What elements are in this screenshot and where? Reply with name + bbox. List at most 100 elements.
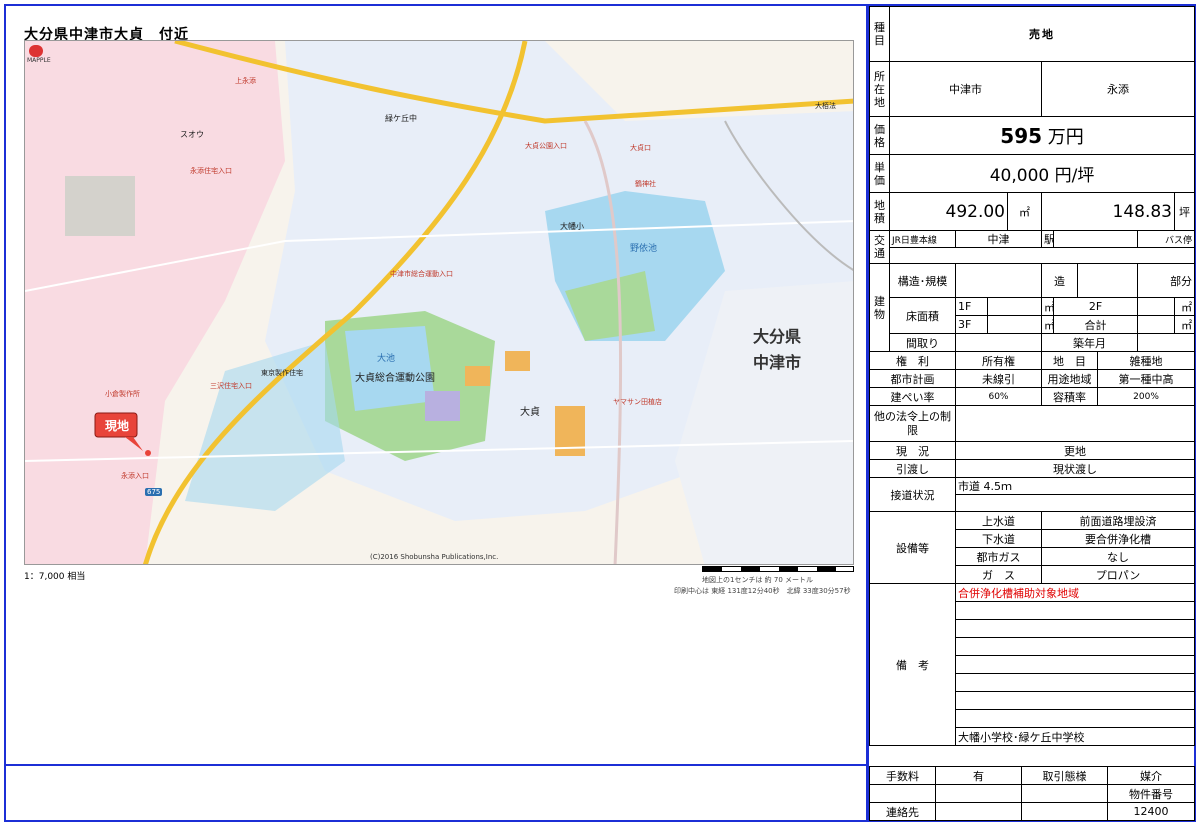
far-label: 容積率 bbox=[1041, 387, 1098, 406]
sewer-label: 下水道 bbox=[955, 529, 1042, 548]
traffic-label: 交通 bbox=[869, 230, 890, 264]
structure-label: 構造･規模 bbox=[889, 263, 956, 298]
city-gas-value: なし bbox=[1040, 547, 1196, 566]
region-label-prefecture: 大分県 bbox=[753, 327, 802, 346]
unit-price-value: 40,000 bbox=[989, 166, 1050, 186]
scale-bar bbox=[702, 566, 854, 572]
map-label-school2: 大幡小 bbox=[560, 222, 584, 231]
bcr-value: 60% bbox=[955, 387, 1042, 406]
location-area: 永添 bbox=[1040, 61, 1196, 117]
train-line: JR日豊本線 bbox=[889, 230, 956, 248]
map-canvas bbox=[25, 41, 853, 564]
land-category-value: 雑種地 bbox=[1096, 351, 1196, 370]
unit-price-label: 単価 bbox=[869, 154, 890, 193]
map-label-area: 大貞 bbox=[520, 407, 540, 418]
station-name: 中津 bbox=[955, 230, 1042, 248]
floor-1f-unit: ㎡ bbox=[1041, 297, 1054, 316]
bus-suffix: バス停 bbox=[1136, 230, 1196, 248]
status-value: 更地 bbox=[954, 441, 1196, 460]
floor-2f-unit: ㎡ bbox=[1173, 297, 1196, 316]
gas-value: プロパン bbox=[1040, 565, 1196, 584]
gas-label: ガ ス bbox=[955, 565, 1042, 584]
scale-note: 地図上の1センチは 約 70 メートル bbox=[702, 576, 814, 584]
marker-label[interactable]: 現地 bbox=[105, 417, 129, 434]
floor-area-label: 床面積 bbox=[889, 297, 956, 334]
sewer-value: 要合併浄化槽 bbox=[1040, 529, 1196, 548]
land-category-label: 地 目 bbox=[1041, 351, 1098, 370]
deal-type-label: 取引態様 bbox=[1021, 766, 1108, 785]
station-suffix: 駅 bbox=[1041, 230, 1054, 248]
map-logo-icon bbox=[29, 45, 43, 57]
structure-suffix: 造 bbox=[1041, 263, 1078, 298]
map-label-road3: 中津市総合運動入口 bbox=[390, 270, 453, 278]
city-plan-value: 未線引 bbox=[955, 369, 1042, 388]
center-note: 印刷中心は 東経 131度12分40秒 北緯 33度30分57秒 bbox=[674, 587, 851, 595]
floor-total-unit: ㎡ bbox=[1173, 315, 1196, 334]
floor-total: 合計 bbox=[1053, 315, 1138, 334]
map-label-store1: スオウ bbox=[180, 130, 204, 139]
map-label-road8: 小倉製作所 bbox=[105, 390, 140, 398]
map-label-road13: 鶴神社 bbox=[635, 180, 656, 188]
map-view[interactable]: 現地 大分県 中津市 大貞総合運動公園 大池 野依池 大貞 緑ケ丘中 大幡小 ス… bbox=[24, 40, 854, 565]
road-value: 市道 4.5ｍ bbox=[954, 477, 1196, 495]
contact-label: 連絡先 bbox=[869, 802, 936, 821]
built-date-label: 築年月 bbox=[1041, 333, 1138, 352]
fee-value: 有 bbox=[935, 766, 1022, 785]
location-city: 中津市 bbox=[889, 61, 1042, 117]
map-label-pond1: 大池 bbox=[377, 354, 396, 364]
scale-ratio: 1：7,000 相当 bbox=[24, 572, 86, 582]
part-suffix: 部分 bbox=[1136, 263, 1196, 298]
status-label: 現 況 bbox=[869, 441, 956, 460]
property-number: 12400 bbox=[1107, 802, 1195, 821]
unit-price-unit: 円/坪 bbox=[1054, 166, 1095, 186]
water-label: 上水道 bbox=[955, 511, 1042, 530]
map-label-road5: 上永添 bbox=[235, 77, 256, 85]
map-logo: MAPPLE bbox=[27, 57, 51, 64]
deal-type-value: 媒介 bbox=[1107, 766, 1195, 785]
zone-value: 第一種中高 bbox=[1096, 369, 1196, 388]
equipment-label: 設備等 bbox=[869, 511, 956, 584]
far-value: 200% bbox=[1096, 387, 1196, 406]
handover-label: 引渡し bbox=[869, 459, 956, 478]
floor-2f: 2F bbox=[1053, 297, 1138, 316]
remarks-label: 備 考 bbox=[869, 583, 956, 746]
map-label-road6: 永添住宅入口 bbox=[190, 167, 232, 175]
map-copyright: (C)2016 Shobunsha Publications,Inc. bbox=[370, 553, 499, 561]
area-label: 地積 bbox=[869, 192, 890, 231]
map-label-store2: ヤマサン田植店 bbox=[613, 398, 662, 406]
remark-school: 大幡小学校･緑ケ丘中学校 bbox=[954, 727, 1196, 746]
property-info-table: 種目 売地 所在地 中津市 永添 価格 595 万円 単価 40,000 円/坪… bbox=[869, 6, 1196, 746]
map-label-road16: 永添入口 bbox=[121, 472, 149, 480]
footer-table: 手数料 有 取引態様 媒介 物件番号 連絡先 12400 bbox=[869, 766, 1195, 821]
map-panel: 大分県中津市大貞 付近 現地 大分県 中津市 大貞総合運動公園 大池 野依池 大… bbox=[6, 6, 868, 764]
map-label-road15: 東京製作住宅 bbox=[261, 369, 303, 377]
water-value: 前面道路埋設済 bbox=[1040, 511, 1196, 530]
map-label-park: 大貞総合運動公園 bbox=[355, 373, 435, 384]
price-value: 595 bbox=[1000, 123, 1043, 148]
area-tsubo: 148.83 bbox=[1041, 192, 1175, 231]
type-label: 種目 bbox=[869, 6, 890, 62]
map-label-pond2: 野依池 bbox=[630, 244, 658, 254]
city-plan-label: 都市計画 bbox=[869, 369, 956, 388]
building-label: 建物 bbox=[869, 263, 890, 352]
property-number-label: 物件番号 bbox=[1107, 784, 1195, 803]
bottom-divider bbox=[6, 764, 868, 766]
map-label-route: 675 bbox=[145, 488, 163, 496]
floor-3f: 3F bbox=[955, 315, 988, 334]
price-unit: 万円 bbox=[1047, 126, 1084, 148]
road-label: 接道状況 bbox=[869, 477, 956, 512]
bcr-label: 建ぺい率 bbox=[869, 387, 956, 406]
map-label-road14: 大貞口 bbox=[630, 144, 651, 152]
location-label: 所在地 bbox=[869, 61, 890, 117]
type-value: 売地 bbox=[888, 6, 1196, 62]
right-label: 権 利 bbox=[869, 351, 956, 370]
city-gas-label: 都市ガス bbox=[955, 547, 1042, 566]
fee-label: 手数料 bbox=[869, 766, 936, 785]
map-label-school1: 緑ケ丘中 bbox=[385, 114, 417, 123]
map-label-road12: 大栢法 bbox=[815, 102, 836, 110]
area-m2: 492.00 bbox=[889, 192, 1008, 231]
price-label: 価格 bbox=[869, 116, 890, 155]
map-label-road1: 大貞公園入口 bbox=[525, 142, 567, 150]
region-label-city: 中津市 bbox=[753, 353, 802, 372]
zone-label: 用途地域 bbox=[1041, 369, 1098, 388]
